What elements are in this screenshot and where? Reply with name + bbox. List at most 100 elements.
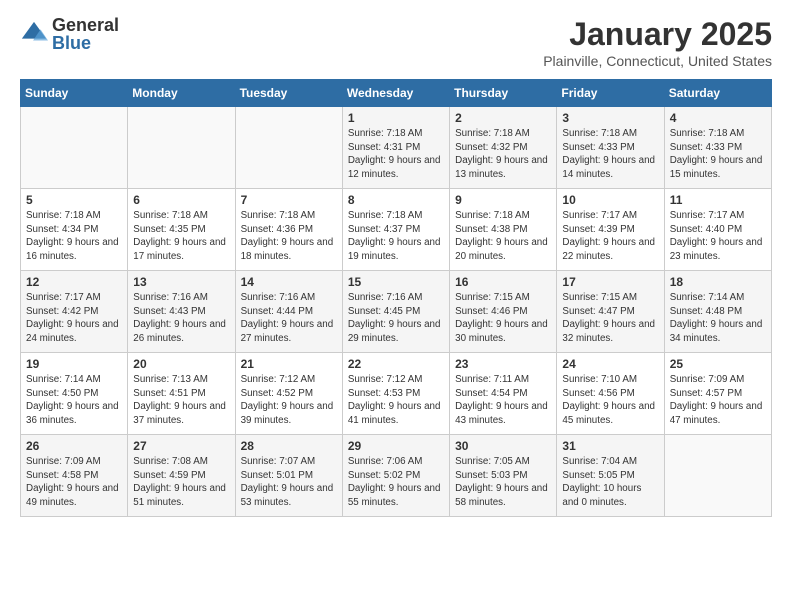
- day-cell: 22 Sunrise: 7:12 AM Sunset: 4:53 PM Dayli…: [342, 353, 449, 435]
- header-cell-friday: Friday: [557, 80, 664, 107]
- day-cell: 12Sunrise: 7:17 AM Sunset: 4:42 PM Dayli…: [21, 271, 128, 353]
- day-number: 16: [455, 275, 551, 289]
- day-cell: 6Sunrise: 7:18 AM Sunset: 4:35 PM Daylig…: [128, 189, 235, 271]
- calendar-body: 1Sunrise: 7:18 AM Sunset: 4:31 PM Daylig…: [21, 107, 772, 517]
- day-number: 24: [562, 357, 658, 371]
- day-info: Sunrise: 7:17 AM Sunset: 4:40 PM Dayligh…: [670, 209, 766, 264]
- day-info: Sunrise: 7:06 AM Sunset: 5:02 PM Dayligh…: [348, 455, 444, 510]
- day-cell: 2Sunrise: 7:18 AM Sunset: 4:32 PM Daylig…: [450, 107, 557, 189]
- day-number: 8: [348, 193, 444, 207]
- day-info: Sunrise: 7:16 AM Sunset: 4:44 PM Dayligh…: [241, 291, 337, 346]
- subtitle: Plainville, Connecticut, United States: [543, 53, 772, 69]
- day-info: Sunrise: 7:18 AM Sunset: 4:38 PM Dayligh…: [455, 209, 551, 264]
- day-number: 2: [455, 111, 551, 125]
- day-cell: 4 Sunrise: 7:18 AM Sunset: 4:33 PM Daylig…: [664, 107, 771, 189]
- calendar-header: SundayMondayTuesdayWednesdayThursdayFrid…: [21, 80, 772, 107]
- day-number: 19: [26, 357, 122, 371]
- day-info: Sunrise: 7:16 AM Sunset: 4:45 PM Dayligh…: [348, 291, 444, 346]
- header-cell-wednesday: Wednesday: [342, 80, 449, 107]
- day-cell: 15 Sunrise: 7:16 AM Sunset: 4:45 PM Dayli…: [342, 271, 449, 353]
- day-number: 5: [26, 193, 122, 207]
- day-cell: 31 Sunrise: 7:04 AM Sunset: 5:05 PM Dayli…: [557, 435, 664, 517]
- day-cell: [21, 107, 128, 189]
- day-info: Sunrise: 7:15 AM Sunset: 4:46 PM Dayligh…: [455, 291, 551, 346]
- day-cell: 1Sunrise: 7:18 AM Sunset: 4:31 PM Daylig…: [342, 107, 449, 189]
- day-number: 20: [133, 357, 229, 371]
- day-number: 4: [670, 111, 766, 125]
- logo-line1: General: [52, 16, 119, 34]
- logo: General Blue: [20, 16, 119, 52]
- day-cell: 18Sunrise: 7:14 AM Sunset: 4:48 PM Dayli…: [664, 271, 771, 353]
- week-row-4: 19Sunrise: 7:14 AM Sunset: 4:50 PM Dayli…: [21, 353, 772, 435]
- day-cell: 7Sunrise: 7:18 AM Sunset: 4:36 PM Daylig…: [235, 189, 342, 271]
- day-number: 15: [348, 275, 444, 289]
- day-cell: 13Sunrise: 7:16 AM Sunset: 4:43 PM Dayli…: [128, 271, 235, 353]
- day-info: Sunrise: 7:11 AM Sunset: 4:54 PM Dayligh…: [455, 373, 551, 428]
- day-cell: 26 Sunrise: 7:09 AM Sunset: 4:58 PM Dayli…: [21, 435, 128, 517]
- day-number: 3: [562, 111, 658, 125]
- title-section: January 2025 Plainville, Connecticut, Un…: [543, 16, 772, 69]
- day-number: 30: [455, 439, 551, 453]
- week-row-2: 5 Sunrise: 7:18 AM Sunset: 4:34 PM Daylig…: [21, 189, 772, 271]
- day-number: 28: [241, 439, 337, 453]
- logo-line2: Blue: [52, 34, 119, 52]
- day-cell: 3 Sunrise: 7:18 AM Sunset: 4:33 PM Daylig…: [557, 107, 664, 189]
- header-cell-monday: Monday: [128, 80, 235, 107]
- day-number: 27: [133, 439, 229, 453]
- day-cell: 27 Sunrise: 7:08 AM Sunset: 4:59 PM Dayli…: [128, 435, 235, 517]
- day-cell: 30 Sunrise: 7:05 AM Sunset: 5:03 PM Dayli…: [450, 435, 557, 517]
- day-info: Sunrise: 7:10 AM Sunset: 4:56 PM Dayligh…: [562, 373, 658, 428]
- day-cell: 23 Sunrise: 7:11 AM Sunset: 4:54 PM Dayli…: [450, 353, 557, 435]
- day-info: Sunrise: 7:18 AM Sunset: 4:34 PM Dayligh…: [26, 209, 122, 264]
- main-title: January 2025: [543, 16, 772, 53]
- header: General Blue January 2025 Plainville, Co…: [20, 16, 772, 69]
- day-number: 14: [241, 275, 337, 289]
- calendar-table: SundayMondayTuesdayWednesdayThursdayFrid…: [20, 79, 772, 517]
- day-info: Sunrise: 7:18 AM Sunset: 4:37 PM Dayligh…: [348, 209, 444, 264]
- day-info: Sunrise: 7:09 AM Sunset: 4:57 PM Dayligh…: [670, 373, 766, 428]
- header-row: SundayMondayTuesdayWednesdayThursdayFrid…: [21, 80, 772, 107]
- day-number: 21: [241, 357, 337, 371]
- day-cell: 21 Sunrise: 7:12 AM Sunset: 4:52 PM Dayli…: [235, 353, 342, 435]
- day-info: Sunrise: 7:18 AM Sunset: 4:36 PM Dayligh…: [241, 209, 337, 264]
- day-cell: 9Sunrise: 7:18 AM Sunset: 4:38 PM Daylig…: [450, 189, 557, 271]
- day-number: 31: [562, 439, 658, 453]
- day-cell: 25 Sunrise: 7:09 AM Sunset: 4:57 PM Dayli…: [664, 353, 771, 435]
- day-info: Sunrise: 7:18 AM Sunset: 4:33 PM Dayligh…: [670, 127, 766, 182]
- day-number: 29: [348, 439, 444, 453]
- header-cell-thursday: Thursday: [450, 80, 557, 107]
- logo-text: General Blue: [52, 16, 119, 52]
- day-info: Sunrise: 7:17 AM Sunset: 4:42 PM Dayligh…: [26, 291, 122, 346]
- day-number: 25: [670, 357, 766, 371]
- day-info: Sunrise: 7:05 AM Sunset: 5:03 PM Dayligh…: [455, 455, 551, 510]
- day-info: Sunrise: 7:13 AM Sunset: 4:51 PM Dayligh…: [133, 373, 229, 428]
- header-cell-sunday: Sunday: [21, 80, 128, 107]
- day-number: 11: [670, 193, 766, 207]
- week-row-1: 1Sunrise: 7:18 AM Sunset: 4:31 PM Daylig…: [21, 107, 772, 189]
- day-info: Sunrise: 7:08 AM Sunset: 4:59 PM Dayligh…: [133, 455, 229, 510]
- day-number: 26: [26, 439, 122, 453]
- day-cell: 10Sunrise: 7:17 AM Sunset: 4:39 PM Dayli…: [557, 189, 664, 271]
- week-row-3: 12Sunrise: 7:17 AM Sunset: 4:42 PM Dayli…: [21, 271, 772, 353]
- day-cell: 5 Sunrise: 7:18 AM Sunset: 4:34 PM Daylig…: [21, 189, 128, 271]
- day-number: 18: [670, 275, 766, 289]
- day-info: Sunrise: 7:12 AM Sunset: 4:52 PM Dayligh…: [241, 373, 337, 428]
- day-cell: [128, 107, 235, 189]
- day-info: Sunrise: 7:07 AM Sunset: 5:01 PM Dayligh…: [241, 455, 337, 510]
- day-cell: [235, 107, 342, 189]
- day-info: Sunrise: 7:12 AM Sunset: 4:53 PM Dayligh…: [348, 373, 444, 428]
- day-cell: 19Sunrise: 7:14 AM Sunset: 4:50 PM Dayli…: [21, 353, 128, 435]
- day-cell: 20 Sunrise: 7:13 AM Sunset: 4:51 PM Dayli…: [128, 353, 235, 435]
- day-cell: 11 Sunrise: 7:17 AM Sunset: 4:40 PM Dayli…: [664, 189, 771, 271]
- day-number: 23: [455, 357, 551, 371]
- day-number: 10: [562, 193, 658, 207]
- day-number: 17: [562, 275, 658, 289]
- day-number: 22: [348, 357, 444, 371]
- day-number: 6: [133, 193, 229, 207]
- day-cell: [664, 435, 771, 517]
- day-info: Sunrise: 7:04 AM Sunset: 5:05 PM Dayligh…: [562, 455, 658, 510]
- day-info: Sunrise: 7:18 AM Sunset: 4:33 PM Dayligh…: [562, 127, 658, 182]
- header-cell-tuesday: Tuesday: [235, 80, 342, 107]
- day-info: Sunrise: 7:09 AM Sunset: 4:58 PM Dayligh…: [26, 455, 122, 510]
- day-cell: 14 Sunrise: 7:16 AM Sunset: 4:44 PM Dayli…: [235, 271, 342, 353]
